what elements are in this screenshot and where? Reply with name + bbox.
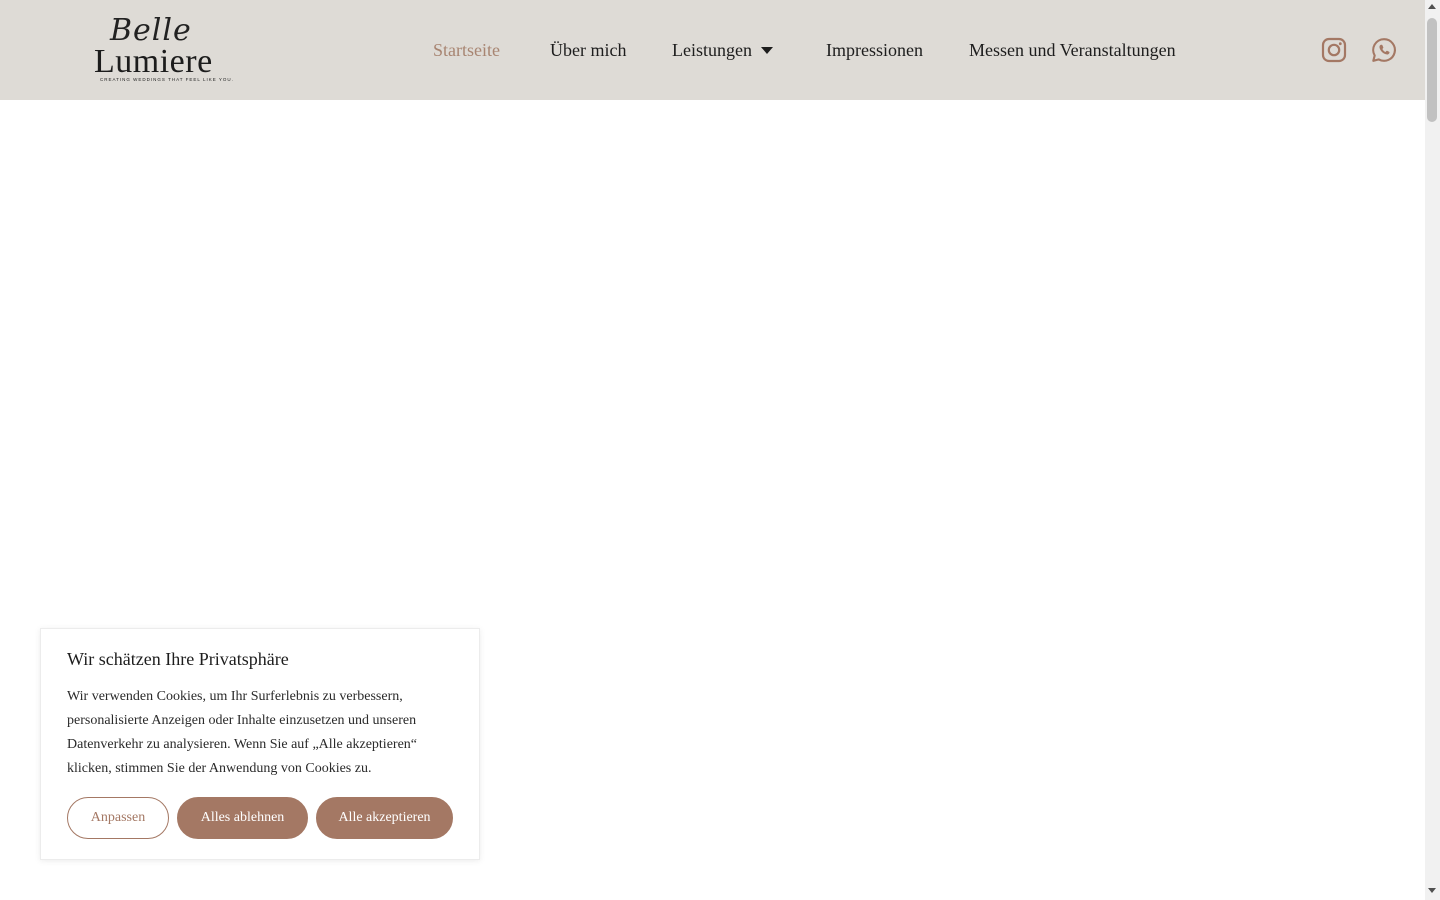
cookie-banner-title: Wir schätzen Ihre Privatsphäre [67,649,289,669]
caret-down-icon[interactable] [761,47,773,54]
whatsapp-icon[interactable] [1370,36,1398,64]
nav-item-leistungen[interactable]: Leistungen [672,38,752,62]
reject-all-button[interactable]: Alles ablehnen [177,797,308,839]
scroll-thumb[interactable] [1427,18,1437,122]
customize-button[interactable]: Anpassen [67,797,169,839]
cookie-banner-text: Wir verwenden Cookies, um Ihr Surferlebn… [67,689,417,776]
nav-item-ueber-mich[interactable]: Über mich [550,38,626,62]
page-scrollbar[interactable] [1425,0,1440,900]
main-nav: Startseite Über mich Leistungen Impressi… [0,0,1425,100]
nav-item-messen-und-veranstaltungen[interactable]: Messen und Veranstaltungen [969,38,1176,62]
scroll-down-arrow-icon[interactable] [1428,888,1436,893]
nav-item-startseite[interactable]: Startseite [433,38,500,62]
accept-all-button[interactable]: Alle akzeptieren [316,797,453,839]
instagram-icon[interactable] [1320,36,1348,64]
nav-item-impressionen[interactable]: Impressionen [826,38,923,62]
cookie-consent-banner: Wir schätzen Ihre Privatsphäre Wir verwe… [40,628,480,860]
page: Belle Lumiere CREATING WEDDINGS THAT FEE… [0,0,1440,900]
scroll-up-arrow-icon[interactable] [1428,4,1436,9]
site-header: Belle Lumiere CREATING WEDDINGS THAT FEE… [0,0,1425,100]
